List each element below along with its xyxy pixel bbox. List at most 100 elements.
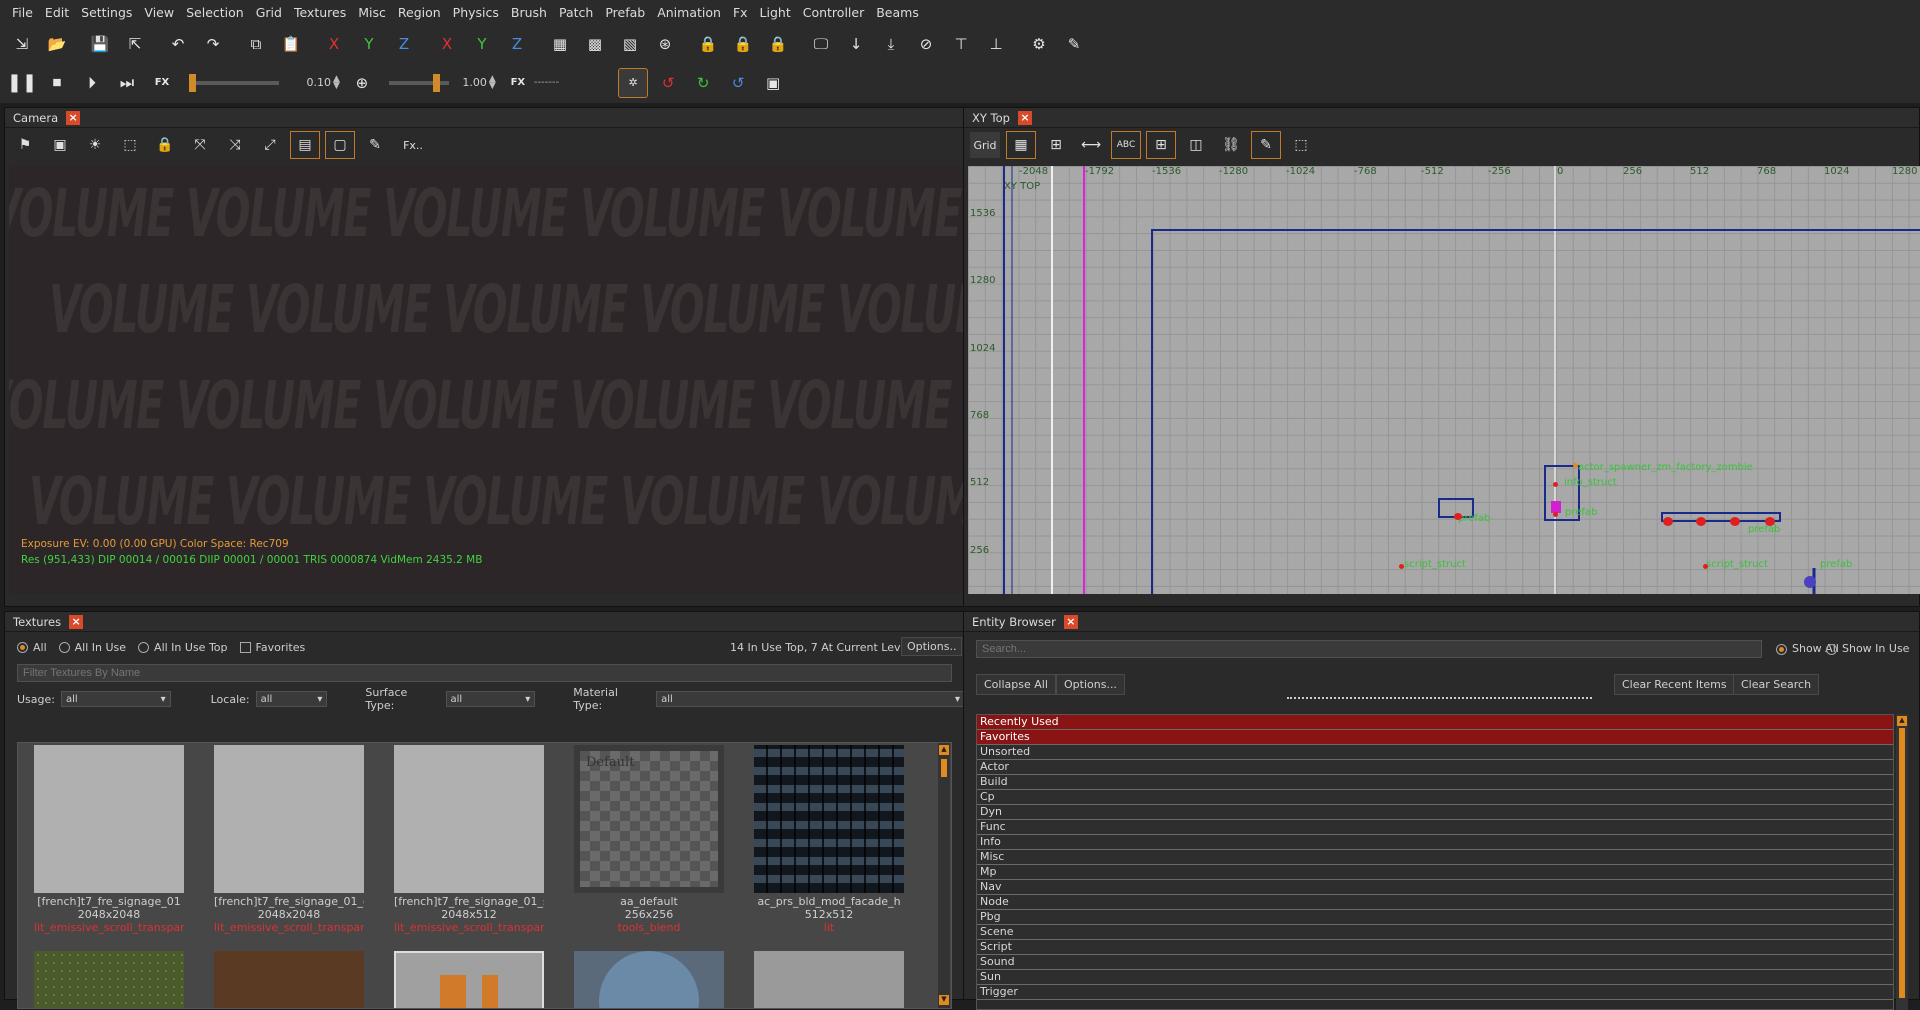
undo-icon[interactable]: ↶ [164, 30, 192, 58]
entity-category-row[interactable]: Unsorted [977, 745, 1893, 760]
camera-collapse-icon[interactable]: ⤨ [221, 132, 249, 158]
grid-toggle-icon[interactable]: ⊞ [1042, 132, 1070, 158]
entity-marker[interactable] [1553, 482, 1558, 487]
save-as-icon[interactable]: ⇱ [121, 30, 149, 58]
lighting-icon[interactable]: ☀ [81, 132, 109, 158]
entity-category-row[interactable]: Trigger [977, 985, 1893, 1000]
flip-z-icon[interactable]: Z [390, 30, 418, 58]
camera-lock-icon[interactable]: 🔒 [151, 132, 179, 158]
rotate-green-icon[interactable]: ↻ [689, 69, 717, 97]
entity-category-row[interactable]: Info [977, 835, 1893, 850]
step-forward-icon[interactable]: ⏭ [113, 69, 141, 97]
csg-merge-icon[interactable]: ▧ [616, 30, 644, 58]
entity-category-row[interactable]: Scene [977, 925, 1893, 940]
entity-category-row[interactable]: Actor [977, 760, 1893, 775]
tile-view-icon[interactable]: ⊞ [1146, 131, 1176, 159]
flip-y-icon[interactable]: Y [355, 30, 383, 58]
menu-animation[interactable]: Animation [651, 5, 727, 20]
filter-inuse-top-radio[interactable] [138, 641, 150, 653]
entity-marker[interactable] [1765, 517, 1775, 526]
save-icon[interactable]: 💾 [86, 30, 114, 58]
drop-to-floor-icon[interactable]: ↓ [842, 30, 870, 58]
time-scale-value[interactable]: 1.00 [455, 76, 487, 89]
surface-type-dropdown[interactable]: all ▾ [445, 691, 536, 707]
redo-icon[interactable]: ↷ [199, 30, 227, 58]
xy-edit-icon[interactable]: ✎ [1251, 131, 1281, 159]
texture-thumbnail[interactable] [574, 951, 724, 1008]
fx-speed-value[interactable]: 0.10 [285, 76, 332, 89]
entity-category-row[interactable]: Favorites [977, 730, 1893, 745]
menu-file[interactable]: File [6, 5, 39, 20]
menu-prefab[interactable]: Prefab [599, 5, 651, 20]
entity-category-row[interactable]: Build [977, 775, 1893, 790]
texture-tile[interactable]: [french]t7_fre_signage_01 2048x2048 lit_… [34, 745, 184, 934]
entity-label[interactable]: prefab [1565, 507, 1597, 518]
camera-frame-icon[interactable]: ▢ [325, 131, 355, 159]
entity-label[interactable]: prefab [1458, 513, 1490, 524]
stop-icon[interactable]: ⏹ [43, 69, 71, 97]
rotate-x-icon[interactable]: X [433, 30, 461, 58]
clear-search-button[interactable]: Clear Search [1733, 674, 1820, 695]
entity-category-row[interactable]: Cp [977, 790, 1893, 805]
drop-selected-icon[interactable]: ⤓ [877, 30, 905, 58]
menu-region[interactable]: Region [392, 5, 447, 20]
menu-textures[interactable]: Textures [288, 5, 352, 20]
texture-options-button[interactable]: Options.. [901, 637, 963, 656]
entity-label[interactable]: script_struct [1706, 559, 1768, 570]
entity-marker[interactable] [1730, 517, 1740, 526]
entity-category-row[interactable]: Node [977, 895, 1893, 910]
entity-label[interactable]: prefab [1820, 559, 1852, 570]
abc-label-icon[interactable]: ABC [1111, 131, 1141, 159]
time-scale-spinner[interactable]: ▲ ▼ [489, 74, 496, 90]
camera-mode-icon[interactable]: ⚑ [11, 132, 39, 158]
entity-category-row[interactable]: Script [977, 940, 1893, 955]
menu-physics[interactable]: Physics [447, 5, 505, 20]
texture-filter-input[interactable] [17, 664, 952, 682]
entity-marker[interactable] [1696, 517, 1706, 526]
paste-icon[interactable]: 📋 [277, 30, 305, 58]
usage-dropdown[interactable]: all ▾ [60, 691, 171, 707]
menu-edit[interactable]: Edit [39, 5, 75, 20]
texture-tile[interactable]: [french]t7_fre_signage_01_o... 2048x2048… [214, 745, 364, 934]
menu-view[interactable]: View [138, 5, 180, 20]
filter-inuse-radio[interactable] [58, 641, 70, 653]
texture-thumbnail[interactable] [34, 951, 184, 1008]
camera-select-icon[interactable]: ⬚ [116, 132, 144, 158]
menu-grid[interactable]: Grid [250, 5, 288, 20]
favorites-checkbox[interactable] [239, 641, 251, 653]
collapse-all-button[interactable]: Collapse All [976, 674, 1056, 695]
csg-clip-icon[interactable]: ⊛ [651, 30, 679, 58]
fx-speed-slider[interactable] [189, 73, 279, 92]
locale-dropdown[interactable]: all ▾ [255, 691, 328, 707]
entity-search-input[interactable] [976, 640, 1762, 658]
pause-icon[interactable]: ❚❚ [7, 69, 37, 97]
no-snap-icon[interactable]: ⊘ [912, 30, 940, 58]
rotate-z-icon[interactable]: Z [503, 30, 531, 58]
show-inuse-radio[interactable] [1826, 643, 1837, 655]
new-map-icon[interactable]: ⇲ [8, 30, 36, 58]
menu-misc[interactable]: Misc [352, 5, 392, 20]
material-type-dropdown[interactable]: all ▾ [656, 691, 966, 707]
camera-expand-icon[interactable]: ⤢ [256, 132, 284, 158]
camera-edit-icon[interactable]: ✎ [361, 132, 389, 158]
entity-category-row[interactable]: Dyn [977, 805, 1893, 820]
rotate-blue-icon[interactable]: ↺ [724, 69, 752, 97]
fx-speed-spinner[interactable]: ▲ ▼ [333, 74, 340, 90]
entity-category-row[interactable]: Mp [977, 865, 1893, 880]
xy-top-tab-label[interactable]: XY Top [972, 111, 1010, 125]
xy-top-close-icon[interactable]: × [1017, 110, 1032, 125]
entity-marker[interactable] [1663, 517, 1673, 526]
camera-fx-menu[interactable]: Fx.. [396, 132, 430, 158]
camera-preview-icon[interactable]: ▤ [290, 131, 320, 159]
entity-category-row[interactable]: Pbg [977, 910, 1893, 925]
entity-category-row[interactable]: Func [977, 820, 1893, 835]
entity-label[interactable]: script_struct [1404, 559, 1466, 570]
texture-tile[interactable]: Default aa_default 256x256 tools_blend [574, 745, 724, 934]
entity-marker[interactable] [1454, 513, 1462, 520]
textures-close-icon[interactable]: × [69, 614, 84, 629]
fx-record-icon[interactable]: ▣ [759, 69, 787, 97]
snap-icon[interactable]: ◫ [1182, 132, 1210, 158]
menu-selection[interactable]: Selection [180, 5, 250, 20]
splitter-handle[interactable] [1287, 697, 1592, 699]
entity-browser-tab-label[interactable]: Entity Browser [972, 615, 1056, 629]
